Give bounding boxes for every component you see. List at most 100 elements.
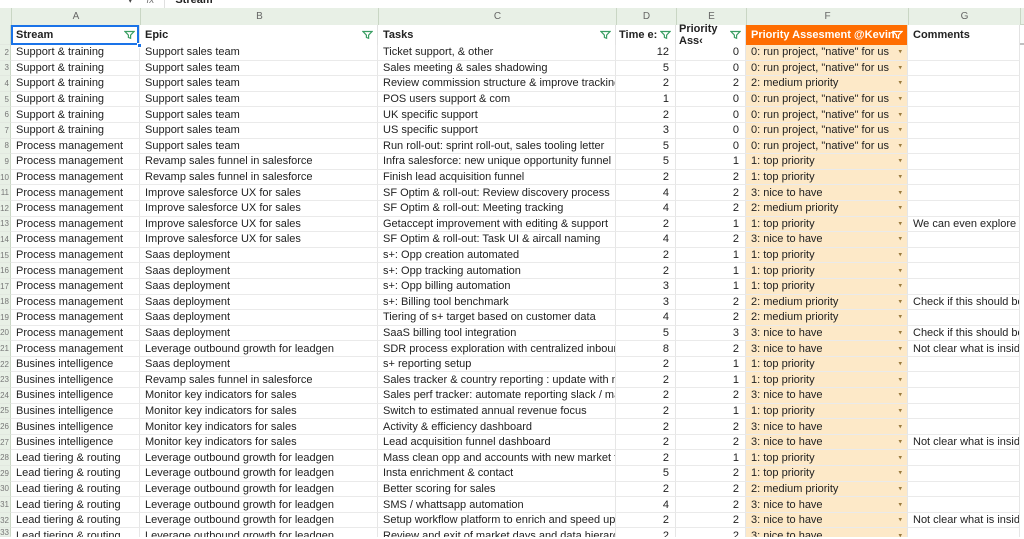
cell-stream[interactable]: Lead tiering & routing <box>11 512 140 529</box>
cell-comments[interactable] <box>908 200 1020 217</box>
cell-epic[interactable]: Leverage outbound growth for leadgen <box>140 528 378 538</box>
cell-tasks[interactable]: Review and exit of market days and data … <box>378 528 616 538</box>
table-row[interactable]: 10 Process management Revamp sales funnel … <box>0 169 1024 186</box>
cell-epic[interactable]: Support sales team <box>140 122 378 139</box>
cell-epic[interactable]: Saas deployment <box>140 325 378 342</box>
cell-tasks[interactable]: SF Optim & roll-out: Meeting tracking <box>378 200 616 217</box>
cell-stream[interactable]: Process management <box>11 341 140 357</box>
cell-comments[interactable]: Not clear what is inside th <box>908 434 1020 451</box>
cell-comments[interactable] <box>908 310 1020 326</box>
cell-priority-assesment-kevin[interactable]: 1: top priority ▾ <box>746 466 908 482</box>
cell-epic[interactable]: Leverage outbound growth for leadgen <box>140 512 378 529</box>
cell-comments[interactable] <box>908 169 1020 186</box>
cell-comments[interactable] <box>908 450 1020 467</box>
cell-comments[interactable] <box>908 388 1020 404</box>
cell-stream[interactable]: Support & training <box>11 60 140 77</box>
header-cell-stream[interactable]: Stream <box>11 25 142 48</box>
cell-priority-assesment-kevin[interactable]: 3: nice to have ▾ <box>746 434 908 451</box>
cell-priority-assessment[interactable]: 1 <box>676 278 746 295</box>
row-number[interactable]: 2 <box>0 45 11 61</box>
cell-priority-assesment-kevin[interactable]: 3: nice to have ▾ <box>746 185 908 201</box>
filter-icon[interactable] <box>599 30 612 40</box>
table-row[interactable]: 9 Process management Revamp sales funnel i… <box>0 154 1024 170</box>
cell-time-estimate[interactable]: 3 <box>616 294 676 311</box>
column-header-d[interactable]: D <box>617 8 677 25</box>
cell-epic[interactable]: Support sales team <box>140 107 378 123</box>
cell-epic[interactable]: Monitor key indicators for sales <box>140 388 378 404</box>
cell-tasks[interactable]: s+: Opp creation automated <box>378 247 616 264</box>
cell-priority-assessment[interactable]: 2 <box>676 481 746 498</box>
spreadsheet-grid[interactable]: A B C D E F G Stream Epic Tasks Time e: … <box>0 8 1024 539</box>
cell-stream[interactable]: Lead tiering & routing <box>11 466 140 482</box>
cell-tasks[interactable]: Mass clean opp and accounts with new mar… <box>378 450 616 467</box>
cell-priority-assesment-kevin[interactable]: 1: top priority ▾ <box>746 356 908 373</box>
cell-priority-assesment-kevin[interactable]: 0: run project, "native" for us ▾ <box>746 91 908 108</box>
cell-priority-assesment-kevin[interactable]: 1: top priority ▾ <box>746 263 908 279</box>
chevron-down-icon[interactable]: ▾ <box>898 111 902 118</box>
cell-priority-assessment[interactable]: 0 <box>676 45 746 61</box>
column-header-b[interactable]: B <box>141 8 379 25</box>
cell-time-estimate[interactable]: 5 <box>616 154 676 170</box>
row-number[interactable]: 7 <box>0 122 11 139</box>
cell-tasks[interactable]: s+ reporting setup <box>378 356 616 373</box>
cell-priority-assessment[interactable]: 1 <box>676 216 746 233</box>
row-number[interactable]: 13 <box>0 216 11 233</box>
cell-priority-assessment[interactable]: 2 <box>676 294 746 311</box>
chevron-down-icon[interactable]: ▾ <box>898 252 902 259</box>
cell-comments[interactable] <box>908 466 1020 482</box>
row-number[interactable]: 19 <box>0 310 11 326</box>
cell-priority-assesment-kevin[interactable]: 3: nice to have ▾ <box>746 232 908 248</box>
cell-priority-assesment-kevin[interactable]: 2: medium priority ▾ <box>746 310 908 326</box>
cell-epic[interactable]: Support sales team <box>140 138 378 155</box>
cell-priority-assesment-kevin[interactable]: 1: top priority ▾ <box>746 216 908 233</box>
row-number[interactable]: 12 <box>0 200 11 217</box>
cell-comments[interactable] <box>908 107 1020 123</box>
cell-priority-assesment-kevin[interactable]: 3: nice to have ▾ <box>746 388 908 404</box>
header-cell-time-estimate[interactable]: Time e: <box>616 25 676 45</box>
select-all-corner[interactable] <box>0 8 12 25</box>
chevron-down-icon[interactable]: ▾ <box>898 142 902 149</box>
cell-tasks[interactable]: SMS / whattsapp automation <box>378 497 616 513</box>
cell-priority-assessment[interactable]: 0 <box>676 138 746 155</box>
chevron-down-icon[interactable]: ▾ <box>898 470 902 477</box>
cell-time-estimate[interactable]: 5 <box>616 60 676 77</box>
cell-comments[interactable] <box>908 356 1020 373</box>
cell-epic[interactable]: Saas deployment <box>140 356 378 373</box>
cell-comments[interactable] <box>908 45 1020 61</box>
row-number[interactable]: 20 <box>0 325 11 342</box>
chevron-down-icon[interactable]: ▾ <box>898 361 902 368</box>
cell-time-estimate[interactable]: 2 <box>616 247 676 264</box>
cell-tasks[interactable]: Insta enrichment & contact <box>378 466 616 482</box>
cell-priority-assesment-kevin[interactable]: 0: run project, "native" for us ▾ <box>746 45 908 61</box>
cell-comments[interactable]: Not clear what is inside th <box>908 341 1020 357</box>
cell-epic[interactable]: Saas deployment <box>140 278 378 295</box>
column-header-c[interactable]: C <box>379 8 617 25</box>
cell-time-estimate[interactable]: 2 <box>616 481 676 498</box>
cell-stream[interactable]: Lead tiering & routing <box>11 481 140 498</box>
cell-epic[interactable]: Leverage outbound growth for leadgen <box>140 466 378 482</box>
cell-time-estimate[interactable]: 4 <box>616 497 676 513</box>
cell-time-estimate[interactable]: 4 <box>616 185 676 201</box>
cell-time-estimate[interactable]: 5 <box>616 466 676 482</box>
row-number[interactable]: 11 <box>0 185 11 201</box>
cell-time-estimate[interactable]: 5 <box>616 138 676 155</box>
cell-comments[interactable] <box>908 185 1020 201</box>
cell-priority-assesment-kevin[interactable]: 1: top priority ▾ <box>746 450 908 467</box>
cell-stream[interactable]: Process management <box>11 278 140 295</box>
cell-stream[interactable]: Process management <box>11 325 140 342</box>
cell-epic[interactable]: Support sales team <box>140 76 378 92</box>
cell-priority-assessment[interactable]: 2 <box>676 200 746 217</box>
cell-stream[interactable]: Lead tiering & routing <box>11 450 140 467</box>
table-row[interactable]: 26 Busines intelligence Monitor key indica… <box>0 419 1024 435</box>
table-row[interactable]: 29 Lead tiering & routing Leverage outboun… <box>0 466 1024 482</box>
filter-icon[interactable] <box>361 30 374 40</box>
row-number[interactable]: 28 <box>0 450 11 467</box>
cell-comments[interactable] <box>908 403 1020 420</box>
cell-tasks[interactable]: s+: Opp billing automation <box>378 278 616 295</box>
cell-comments[interactable]: We can even explore oth <box>908 216 1020 233</box>
cell-epic[interactable]: Leverage outbound growth for leadgen <box>140 497 378 513</box>
table-row[interactable]: 30 Lead tiering & routing Leverage outboun… <box>0 481 1024 498</box>
row-number[interactable]: 18 <box>0 294 11 311</box>
cell-time-estimate[interactable]: 8 <box>616 341 676 357</box>
column-header-a[interactable]: A <box>12 8 141 25</box>
